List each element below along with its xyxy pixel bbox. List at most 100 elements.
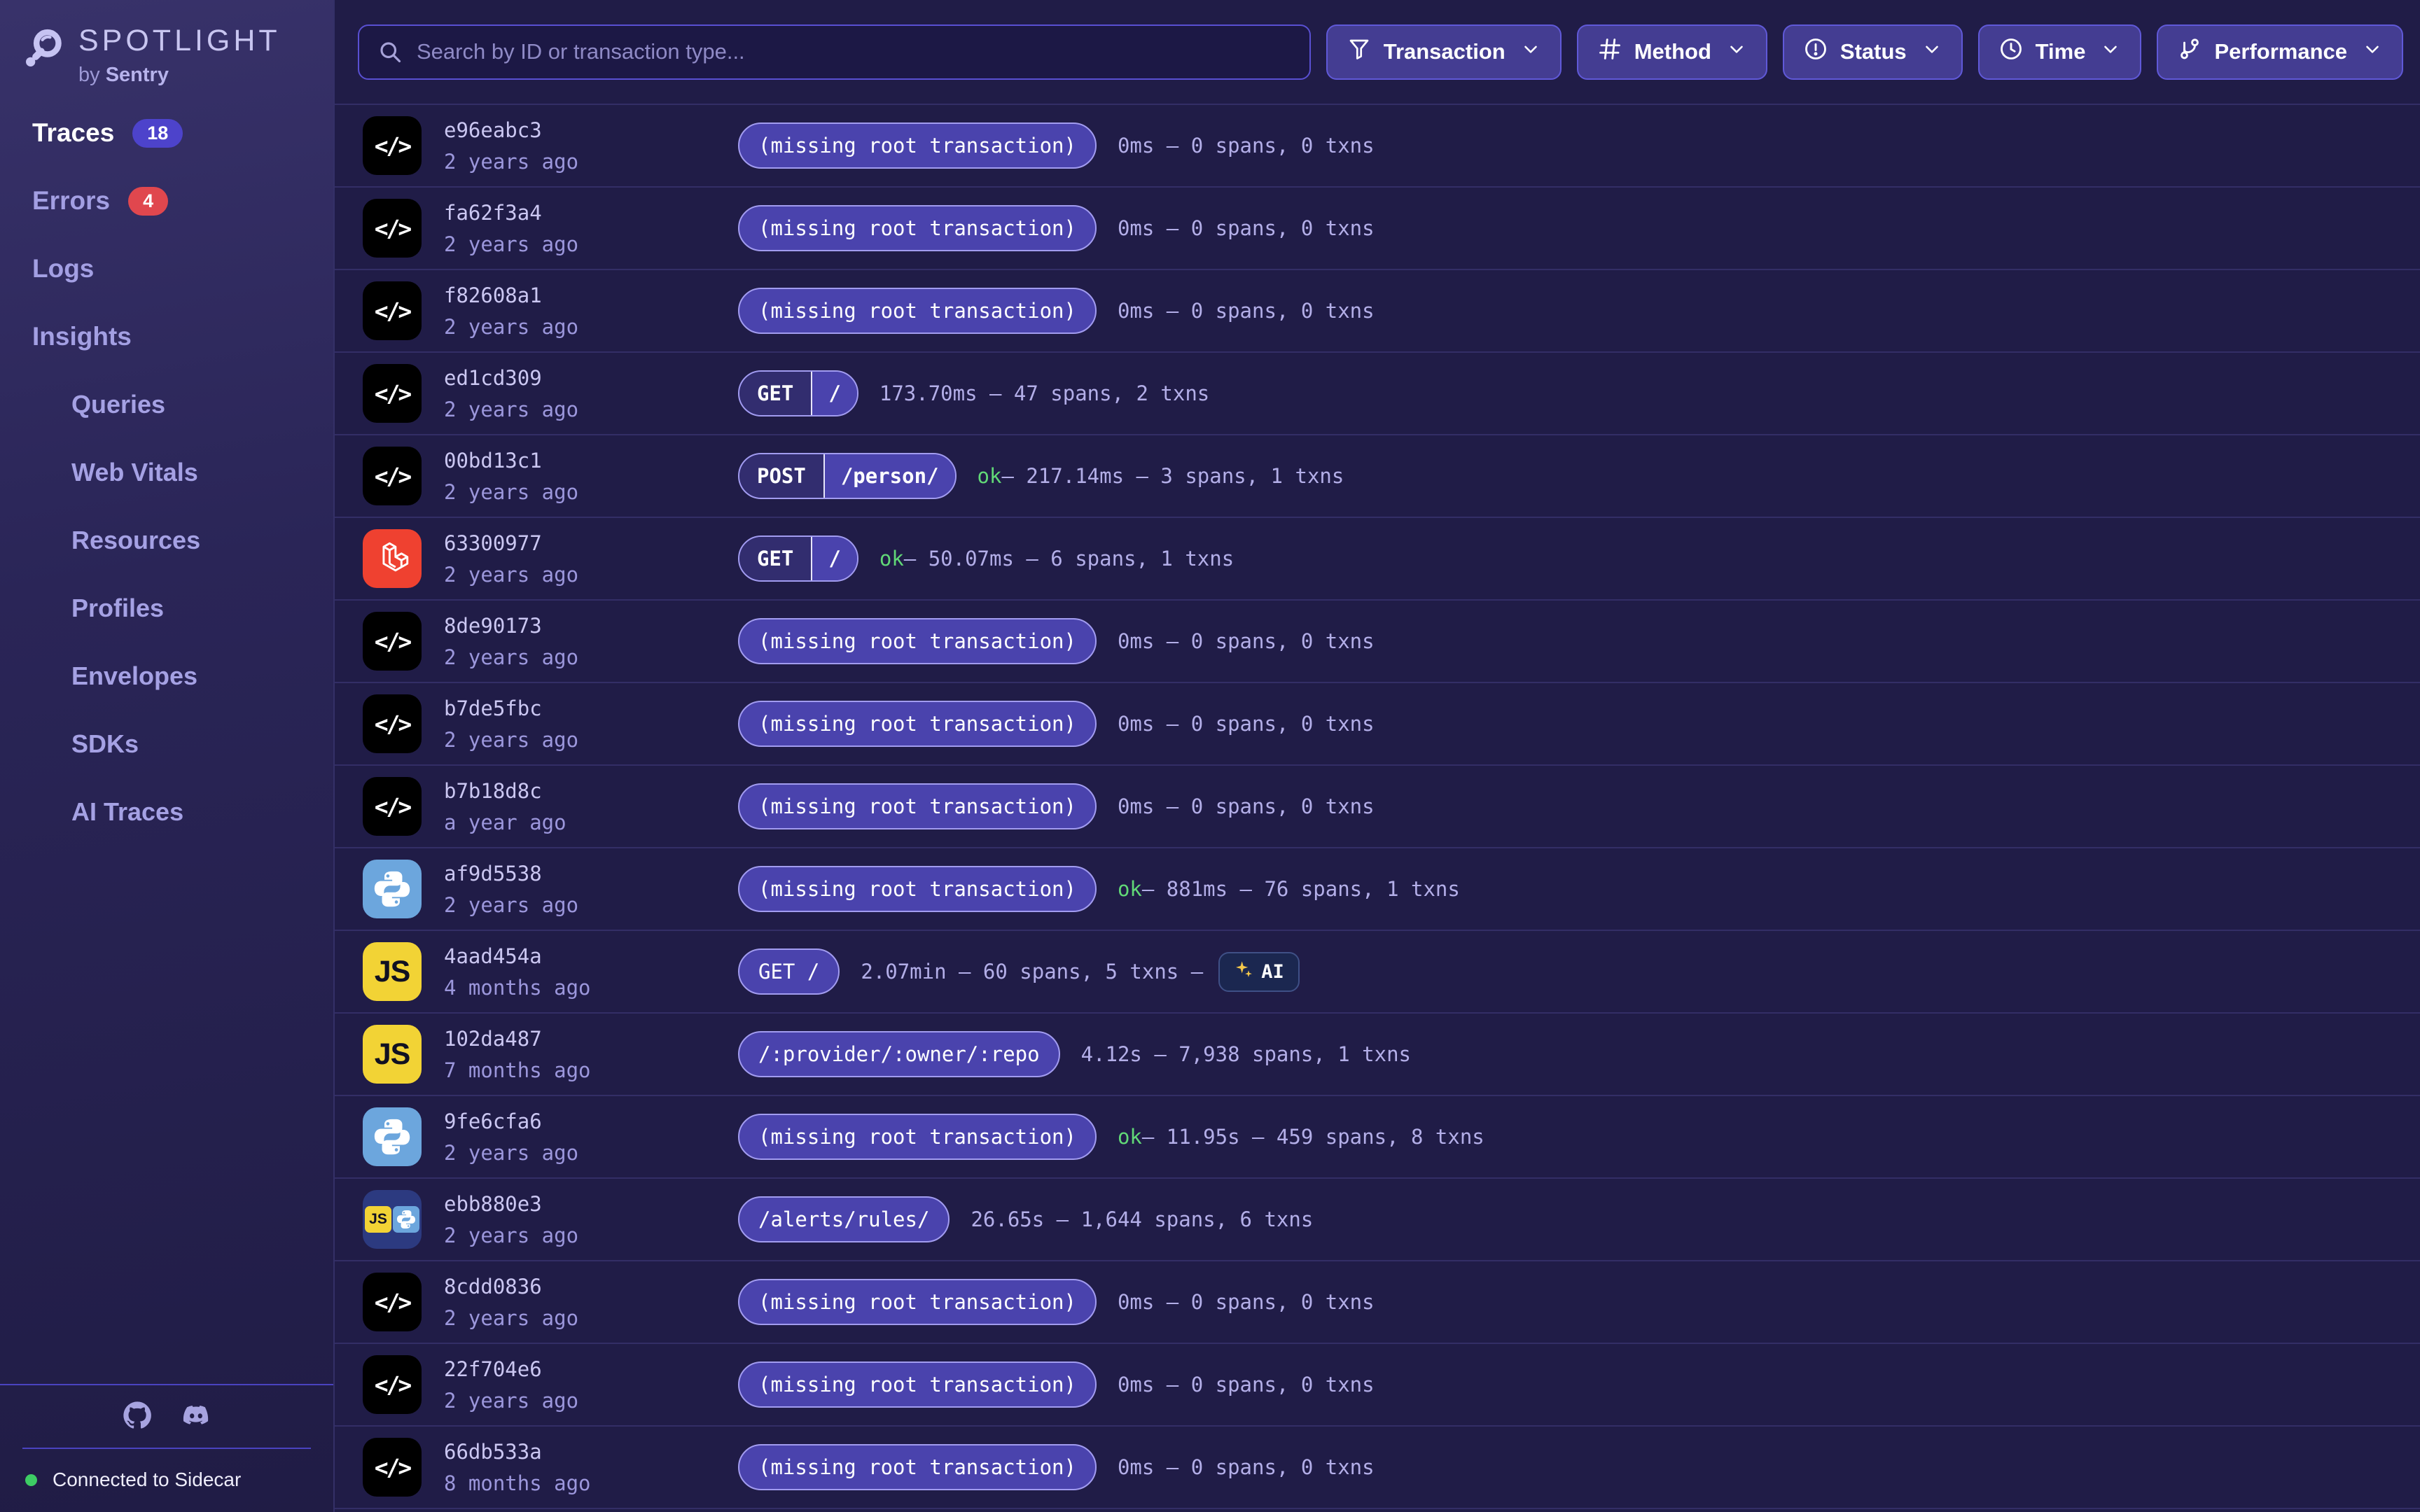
missing-root-badge: (missing root transaction) bbox=[738, 1114, 1097, 1160]
trace-row[interactable]: </>b7de5fbc2 years ago(missing root tran… bbox=[335, 682, 2420, 764]
trace-row-main: (missing root transaction)ok — 881ms — 7… bbox=[738, 866, 1460, 912]
trace-meta: e96eabc32 years ago bbox=[444, 118, 738, 174]
sidebar-item-label: Queries bbox=[71, 390, 165, 419]
filter-button-status[interactable]: Status bbox=[1783, 24, 1963, 80]
trace-metrics: 0ms — 0 spans, 0 txns bbox=[1118, 1455, 1375, 1479]
trace-row[interactable]: </>ed1cd3092 years agoGET/173.70ms — 47 … bbox=[335, 351, 2420, 434]
funnel-icon bbox=[1347, 36, 1372, 67]
ai-badge: AI bbox=[1218, 952, 1300, 992]
missing-root-badge: (missing root transaction) bbox=[738, 866, 1097, 912]
trace-meta: b7de5fbc2 years ago bbox=[444, 696, 738, 752]
filter-label: Transaction bbox=[1384, 39, 1505, 64]
filter-label: Time bbox=[2036, 39, 2086, 64]
python-icon bbox=[393, 1206, 419, 1233]
discord-icon[interactable] bbox=[181, 1401, 211, 1434]
spotlight-logo[interactable]: SPOTLIGHT by Sentry bbox=[0, 0, 333, 87]
sidebar-item-web-vitals[interactable]: Web Vitals bbox=[0, 457, 333, 488]
trace-id: 4aad454a bbox=[444, 944, 738, 968]
sidebar-item-errors[interactable]: Errors4 bbox=[0, 186, 333, 216]
trace-age: 2 years ago bbox=[444, 1389, 738, 1413]
trace-metrics: 0ms — 0 spans, 0 txns bbox=[1118, 134, 1375, 158]
trace-row[interactable]: </>8de901732 years ago(missing root tran… bbox=[335, 599, 2420, 682]
trace-meta: fa62f3a4 2 years ago bbox=[444, 201, 738, 256]
trace-id: 8de90173 bbox=[444, 614, 738, 638]
trace-row[interactable]: </>00bd13c12 years agoPOST/person/ok — 2… bbox=[335, 434, 2420, 517]
sidebar-item-traces[interactable]: Traces18 bbox=[0, 118, 333, 148]
trace-row-main: /alerts/rules/26.65s — 1,644 spans, 6 tx… bbox=[738, 1196, 1313, 1242]
code-icon: </> bbox=[363, 694, 422, 753]
trace-row[interactable]: 9fe6cfa62 years ago(missing root transac… bbox=[335, 1095, 2420, 1177]
trace-id: 102da487 bbox=[444, 1027, 738, 1051]
trace-id: 8cdd0836 bbox=[444, 1275, 738, 1298]
code-icon: </> bbox=[363, 1273, 422, 1331]
trace-list: </> e96eabc32 years ago (missing root tran… bbox=[335, 104, 2420, 1512]
sidebar-item-queries[interactable]: Queries bbox=[0, 389, 333, 420]
trace-row[interactable]: </>fa62f3a42 years ago(missing root tran… bbox=[335, 186, 2420, 269]
trace-meta: 22f704e62 years ago bbox=[444, 1357, 738, 1413]
trace-age: 8 months ago bbox=[444, 1471, 738, 1495]
sidebar-item-label: Web Vitals bbox=[71, 458, 198, 487]
trace-row-main: (missing root transaction)ok — 11.95s — … bbox=[738, 1114, 1484, 1160]
sidebar-item-ai-traces[interactable]: AI Traces bbox=[0, 797, 333, 827]
code-icon: </> bbox=[363, 116, 422, 175]
search-box[interactable] bbox=[358, 24, 1311, 80]
sidebar-item-insights: Insights bbox=[0, 321, 333, 352]
missing-root-badge: (missing root transaction) bbox=[738, 1279, 1097, 1325]
trace-id: b7de5fbc bbox=[444, 696, 738, 720]
trace-age: 2 years ago bbox=[444, 232, 738, 256]
subtitle-by: by bbox=[78, 64, 100, 86]
sidebar-item-resources[interactable]: Resources bbox=[0, 525, 333, 556]
trace-row[interactable]: JSebb880e32 years ago/alerts/rules/26.65… bbox=[335, 1177, 2420, 1260]
clock-icon bbox=[1998, 36, 2024, 67]
sidebar-item-label: Traces bbox=[32, 118, 114, 148]
status-ok-label: ok bbox=[1118, 877, 1142, 901]
filter-button-transaction[interactable]: Transaction bbox=[1326, 24, 1562, 80]
transaction-badge: GET / bbox=[738, 948, 840, 995]
sidebar-item-envelopes[interactable]: Envelopes bbox=[0, 661, 333, 692]
trace-row[interactable]: JS102da4877 months ago/:provider/:owner/… bbox=[335, 1012, 2420, 1095]
trace-row-main: GET / 2.07min — 60 spans, 5 txns —AI bbox=[738, 948, 1300, 995]
filter-button-method[interactable]: Method bbox=[1577, 24, 1767, 80]
trace-row[interactable]: </>e96eabc32 years ago(missing root tran… bbox=[335, 104, 2420, 186]
sidebar-item-label: Resources bbox=[71, 526, 200, 555]
trace-metrics: 26.65s — 1,644 spans, 6 txns bbox=[971, 1208, 1313, 1231]
trace-row[interactable]: </>f82608a12 years ago(missing root tran… bbox=[335, 269, 2420, 351]
trace-row-main: GET/173.70ms — 47 spans, 2 txns bbox=[738, 370, 1209, 416]
chevron-down-icon bbox=[1723, 38, 1747, 65]
trace-row-main: (missing root transaction)0ms — 0 spans,… bbox=[738, 783, 1375, 830]
github-icon[interactable] bbox=[123, 1401, 152, 1434]
trace-age: 2 years ago bbox=[444, 1224, 738, 1247]
transaction-path: / bbox=[811, 372, 856, 415]
sidebar-item-sdks[interactable]: SDKs bbox=[0, 729, 333, 760]
sidebar-item-profiles[interactable]: Profiles bbox=[0, 593, 333, 624]
trace-row[interactable]: </>22f704e62 years ago(missing root tran… bbox=[335, 1343, 2420, 1425]
trace-age: 2 years ago bbox=[444, 893, 738, 917]
trace-row[interactable]: </>b7b18d8ca year ago(missing root trans… bbox=[335, 764, 2420, 847]
sidebar-item-label: Insights bbox=[32, 322, 132, 351]
trace-id: fa62f3a4 bbox=[444, 201, 738, 225]
trace-meta: b7b18d8ca year ago bbox=[444, 779, 738, 834]
trace-meta: ed1cd3092 years ago bbox=[444, 366, 738, 421]
trace-row[interactable]: af9d55382 years ago(missing root transac… bbox=[335, 847, 2420, 930]
filter-button-performance[interactable]: Performance bbox=[2157, 24, 2403, 80]
sidebar-item-logs[interactable]: Logs bbox=[0, 253, 333, 284]
laravel-icon bbox=[363, 529, 422, 588]
trace-row[interactable]: </>66db533a8 months ago(missing root tra… bbox=[335, 1425, 2420, 1508]
trace-metrics: ok — 50.07ms — 6 spans, 1 txns bbox=[879, 547, 1234, 570]
trace-metrics: 2.07min — 60 spans, 5 txns —AI bbox=[861, 952, 1299, 992]
topbar: Transaction Method Status Time Performance bbox=[335, 0, 2420, 104]
method-pill: GET/ bbox=[738, 536, 858, 582]
trace-id: f82608a1 bbox=[444, 284, 738, 307]
method-pill: POST/person/ bbox=[738, 453, 957, 499]
trace-row[interactable]: </>8cdd08362 years ago(missing root tran… bbox=[335, 1260, 2420, 1343]
search-input[interactable] bbox=[417, 39, 1291, 64]
trace-row[interactable]: JS4aad454a4 months agoGET /2.07min — 60 … bbox=[335, 930, 2420, 1012]
filter-button-time[interactable]: Time bbox=[1978, 24, 2142, 80]
trace-row-main: GET/ok — 50.07ms — 6 spans, 1 txns bbox=[738, 536, 1234, 582]
trace-metrics: 0ms — 0 spans, 0 txns bbox=[1118, 216, 1375, 240]
transaction-path: /person/ bbox=[823, 454, 955, 498]
trace-row[interactable]: 633009772 years agoGET/ok — 50.07ms — 6 … bbox=[335, 517, 2420, 599]
app-title: SPOTLIGHT bbox=[78, 24, 281, 58]
trace-row-main: (missing root transaction)0ms — 0 spans,… bbox=[738, 1444, 1375, 1490]
trace-metrics: 0ms — 0 spans, 0 txns bbox=[1118, 1290, 1375, 1314]
